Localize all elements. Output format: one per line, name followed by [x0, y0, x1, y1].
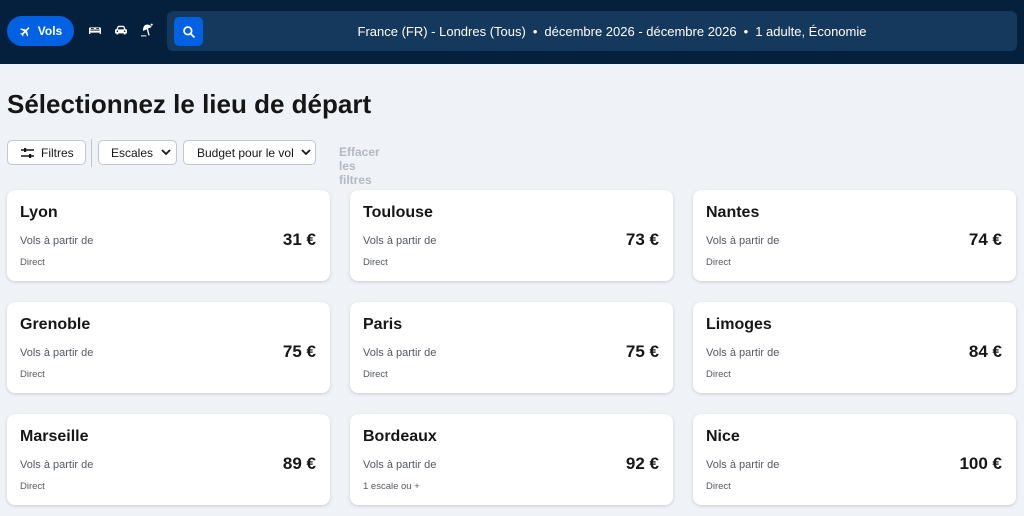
card-price: 100 € — [959, 454, 1002, 473]
departure-card-nantes[interactable]: Nantes Vols à partir de Direct 74 € — [693, 190, 1016, 281]
card-price: 31 € — [282, 230, 316, 249]
tab-flights-label: Vols — [37, 24, 63, 38]
departure-card-nice[interactable]: Nice Vols à partir de Direct 100 € — [693, 414, 1016, 505]
car-icon[interactable] — [113, 22, 129, 38]
card-stops: Direct — [20, 369, 45, 380]
clear-filters-link[interactable]: Effacer les filtres — [339, 145, 380, 187]
card-from-label: Vols à partir de — [706, 459, 780, 471]
departure-card-toulouse[interactable]: Toulouse Vols à partir de Direct 73 € — [350, 190, 673, 281]
departure-card-paris[interactable]: Paris Vols à partir de Direct 75 € — [350, 302, 673, 393]
departure-card-marseille[interactable]: Marseille Vols à partir de Direct 89 € — [7, 414, 330, 505]
separator-dot: • — [532, 23, 538, 39]
filters-label: Filtres — [41, 145, 74, 160]
card-city: Nice — [706, 428, 740, 445]
card-stops: Direct — [363, 257, 388, 268]
search-dates: décembre 2026 - décembre 2026 — [544, 23, 737, 39]
budget-dropdown-label: Budget pour le vol — [197, 145, 294, 160]
card-city: Grenoble — [20, 316, 91, 333]
card-from-label: Vols à partir de — [706, 347, 780, 359]
departure-card-limoges[interactable]: Limoges Vols à partir de Direct 84 € — [693, 302, 1016, 393]
search-summary-bar[interactable]: France (FR) - Londres (Tous) • décembre … — [167, 11, 1017, 51]
card-from-label: Vols à partir de — [20, 347, 94, 359]
card-stops: Direct — [363, 369, 388, 380]
card-price: 74 € — [968, 230, 1002, 249]
card-stops: Direct — [706, 257, 731, 268]
card-city: Lyon — [20, 204, 58, 221]
chevron-down-icon — [161, 149, 171, 156]
card-city: Bordeaux — [363, 428, 437, 445]
card-city: Marseille — [20, 428, 89, 445]
card-from-label: Vols à partir de — [20, 235, 94, 247]
card-city: Limoges — [706, 316, 772, 333]
departure-card-bordeaux[interactable]: Bordeaux Vols à partir de 1 escale ou + … — [350, 414, 673, 505]
top-navigation-bar: Vols France (FR) - Londres (Tous) • déce… — [0, 0, 1024, 64]
card-from-label: Vols à partir de — [363, 459, 437, 471]
card-price: 92 € — [625, 454, 659, 473]
card-stops: Direct — [706, 369, 731, 380]
card-from-label: Vols à partir de — [363, 235, 437, 247]
budget-dropdown[interactable]: Budget pour le vol — [183, 140, 316, 165]
card-from-label: Vols à partir de — [20, 459, 94, 471]
departure-card-lyon[interactable]: Lyon Vols à partir de Direct 31 € — [7, 190, 330, 281]
beach-icon[interactable] — [139, 22, 155, 38]
search-icon — [182, 25, 195, 38]
filter-divider — [91, 139, 92, 167]
card-city: Paris — [363, 316, 403, 333]
card-city: Nantes — [706, 204, 760, 221]
card-price: 84 € — [968, 342, 1002, 361]
card-city: Toulouse — [363, 204, 433, 221]
card-price: 75 € — [625, 342, 659, 361]
search-button[interactable] — [174, 17, 203, 46]
card-price: 73 € — [625, 230, 659, 249]
bed-icon[interactable] — [87, 22, 103, 38]
separator-dot: • — [743, 23, 749, 39]
search-route: France (FR) - Londres (Tous) — [357, 23, 526, 39]
card-price: 89 € — [282, 454, 316, 473]
search-travellers: 1 adulte, Économie — [755, 23, 867, 39]
card-from-label: Vols à partir de — [363, 347, 437, 359]
card-stops: Direct — [20, 257, 45, 268]
card-stops: Direct — [20, 481, 45, 492]
card-stops: 1 escale ou + — [363, 481, 420, 492]
chevron-down-icon — [301, 149, 311, 156]
stops-dropdown-label: Escales — [111, 145, 154, 160]
sliders-icon — [21, 147, 34, 158]
tab-flights[interactable]: Vols — [7, 16, 74, 46]
airplane-icon — [19, 26, 30, 36]
departure-card-grenoble[interactable]: Grenoble Vols à partir de Direct 75 € — [7, 302, 330, 393]
filters-button[interactable]: Filtres — [7, 140, 86, 165]
stops-dropdown[interactable]: Escales — [98, 140, 177, 165]
card-from-label: Vols à partir de — [706, 235, 780, 247]
search-summary-text: France (FR) - Londres (Tous) • décembre … — [207, 11, 1017, 51]
page-title: Sélectionnez le lieu de départ — [7, 89, 372, 119]
card-stops: Direct — [706, 481, 731, 492]
card-price: 75 € — [282, 342, 316, 361]
